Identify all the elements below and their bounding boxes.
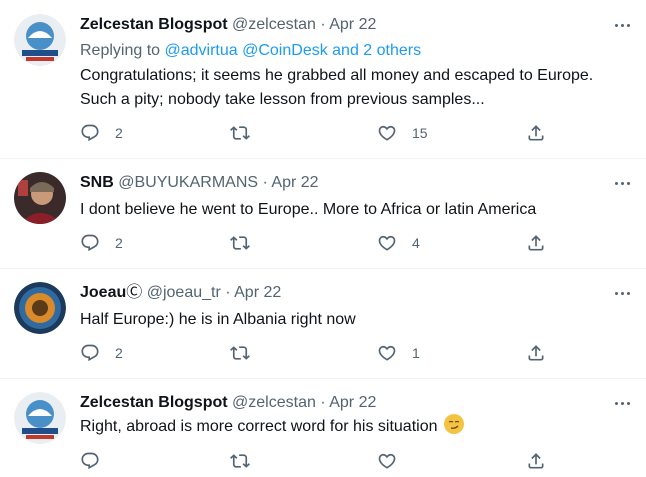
more-icon[interactable] bbox=[610, 392, 634, 414]
tweet-date[interactable]: Apr 22 bbox=[329, 394, 376, 411]
separator: · bbox=[320, 394, 326, 411]
tweet-date[interactable]: Apr 22 bbox=[329, 16, 376, 33]
reply-icon bbox=[80, 233, 100, 253]
share-button[interactable] bbox=[526, 450, 546, 472]
tweet-date[interactable]: Apr 22 bbox=[271, 174, 318, 191]
user-handle[interactable]: @joeau_tr bbox=[147, 284, 221, 301]
display-name[interactable]: Joeau bbox=[80, 284, 126, 301]
tweet-text: Right, abroad is more correct word for h… bbox=[80, 414, 616, 439]
display-name[interactable]: SNB bbox=[80, 174, 114, 191]
user-handle[interactable]: @zelcestan bbox=[232, 16, 316, 33]
tweet-date[interactable]: Apr 22 bbox=[234, 284, 281, 301]
share-button[interactable] bbox=[526, 342, 546, 364]
more-icon[interactable] bbox=[610, 282, 634, 304]
tweet-text-line: Such a pity; nobody take lesson from pre… bbox=[80, 91, 485, 108]
tweet-text: Half Europe:) he is in Albania right now bbox=[80, 311, 356, 328]
reply-button[interactable]: 2 bbox=[80, 122, 123, 144]
reply-count: 2 bbox=[115, 125, 123, 141]
heart-icon bbox=[377, 343, 397, 363]
reply-icon bbox=[80, 451, 100, 471]
like-count: 1 bbox=[412, 345, 420, 361]
retweet-button[interactable] bbox=[230, 450, 265, 472]
share-button[interactable] bbox=[526, 122, 546, 144]
action-bar: 2 15 bbox=[80, 122, 550, 144]
retweet-icon bbox=[230, 123, 250, 143]
replying-prefix: Replying to bbox=[80, 42, 165, 59]
tweet[interactable]: SNB @BUYUKARMANS · Apr 22 I dont believe… bbox=[0, 158, 646, 269]
smirk-emoji-icon bbox=[443, 414, 464, 434]
heart-icon bbox=[377, 123, 397, 143]
tweet[interactable]: Zelcestan Blogspot @zelcestan · Apr 22 R… bbox=[0, 0, 646, 159]
like-count: 4 bbox=[412, 235, 420, 251]
user-handle[interactable]: @BUYUKARMANS bbox=[118, 174, 258, 191]
heart-icon bbox=[377, 233, 397, 253]
reply-button[interactable]: 2 bbox=[80, 232, 123, 254]
retweet-icon bbox=[230, 233, 250, 253]
display-name[interactable]: Zelcestan Blogspot bbox=[80, 16, 228, 33]
like-button[interactable]: 4 bbox=[377, 232, 420, 254]
retweet-button[interactable] bbox=[230, 232, 265, 254]
tweet-text-line: Congratulations; it seems he grabbed all… bbox=[80, 67, 594, 84]
tweet-text: I dont believe he went to Europe.. More … bbox=[80, 201, 537, 218]
more-icon[interactable] bbox=[610, 172, 634, 194]
display-name[interactable]: Zelcestan Blogspot bbox=[80, 394, 228, 411]
reply-icon bbox=[80, 343, 100, 363]
like-button[interactable]: 1 bbox=[377, 342, 420, 364]
replying-to: Replying to @advirtua @CoinDesk and 2 ot… bbox=[80, 40, 421, 62]
heart-icon bbox=[377, 451, 397, 471]
avatar[interactable] bbox=[14, 392, 66, 444]
like-button[interactable]: 15 bbox=[377, 122, 428, 144]
tweet[interactable]: Zelcestan Blogspot @zelcestan · Apr 22 R… bbox=[0, 378, 646, 477]
action-bar: 2 1 bbox=[80, 342, 550, 364]
separator: · bbox=[262, 174, 268, 191]
tweet-text: Congratulations; it seems he grabbed all… bbox=[80, 64, 616, 112]
reply-count: 2 bbox=[115, 235, 123, 251]
reply-button[interactable] bbox=[80, 450, 115, 472]
share-button[interactable] bbox=[526, 232, 546, 254]
retweet-icon bbox=[230, 451, 250, 471]
share-icon bbox=[526, 233, 546, 253]
action-bar: 2 4 bbox=[80, 232, 550, 254]
reply-count: 2 bbox=[115, 345, 123, 361]
retweet-button[interactable] bbox=[230, 342, 265, 364]
retweet-icon bbox=[230, 343, 250, 363]
user-handle[interactable]: @zelcestan bbox=[232, 394, 316, 411]
share-icon bbox=[526, 451, 546, 471]
reply-icon bbox=[80, 123, 100, 143]
reply-button[interactable]: 2 bbox=[80, 342, 123, 364]
share-icon bbox=[526, 343, 546, 363]
replying-links[interactable]: @advirtua @CoinDesk and 2 others bbox=[165, 42, 422, 59]
separator: · bbox=[320, 16, 326, 33]
avatar[interactable] bbox=[14, 172, 66, 224]
avatar[interactable] bbox=[14, 14, 66, 66]
tweet-text-content: Right, abroad is more correct word for h… bbox=[80, 418, 438, 435]
like-count: 15 bbox=[412, 125, 428, 141]
separator: · bbox=[225, 284, 231, 301]
more-icon[interactable] bbox=[610, 14, 634, 36]
share-icon bbox=[526, 123, 546, 143]
tweet[interactable]: JoeauⒸ @joeau_tr · Apr 22 Half Europe:) … bbox=[0, 268, 646, 379]
name-suffix: Ⓒ bbox=[126, 284, 143, 301]
avatar[interactable] bbox=[14, 282, 66, 334]
retweet-button[interactable] bbox=[230, 122, 265, 144]
like-button[interactable] bbox=[377, 450, 412, 472]
action-bar bbox=[80, 450, 550, 472]
